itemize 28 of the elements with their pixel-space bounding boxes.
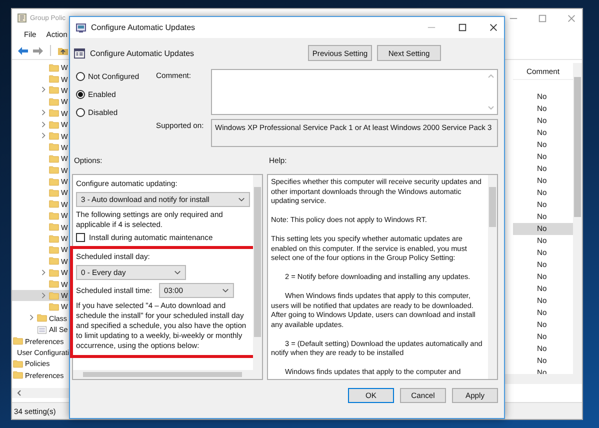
- chevron-right-icon[interactable]: [41, 292, 46, 298]
- vertical-scrollbar[interactable]: [573, 63, 582, 374]
- folder-icon: [13, 337, 23, 346]
- chevron-right-icon[interactable]: [29, 314, 34, 322]
- horizontal-scrollbar[interactable]: [12, 388, 69, 398]
- forward-arrow-icon[interactable]: [32, 46, 44, 56]
- caret-icon: [238, 197, 245, 202]
- vertical-scrollbar[interactable]: [488, 175, 497, 379]
- chevron-right-icon[interactable]: [41, 86, 46, 94]
- vertical-scrollbar[interactable]: [253, 175, 262, 370]
- back-arrow-icon[interactable]: [17, 46, 29, 56]
- caret-icon: [222, 288, 229, 293]
- close-icon[interactable]: [489, 23, 498, 32]
- radio-button[interactable]: [76, 72, 85, 81]
- policy-editor-icon: [17, 13, 27, 23]
- settings-list-icon: [37, 326, 47, 334]
- caret-icon: [174, 270, 181, 275]
- scroll-left-icon[interactable]: [17, 390, 21, 396]
- folder-up-icon[interactable]: [57, 46, 69, 56]
- policy-settings-icon: [74, 48, 85, 58]
- chevron-right-icon[interactable]: [41, 268, 46, 276]
- maximize-icon[interactable]: [458, 23, 467, 32]
- setting-title: Configure Automatic Updates: [90, 48, 194, 58]
- window-title: Configure Automatic Updates: [91, 23, 196, 32]
- horizontal-scrollbar[interactable]: [73, 370, 262, 379]
- policy-settings-icon: [76, 22, 86, 32]
- radio-button[interactable]: [76, 90, 85, 99]
- radio-button[interactable]: [76, 108, 85, 117]
